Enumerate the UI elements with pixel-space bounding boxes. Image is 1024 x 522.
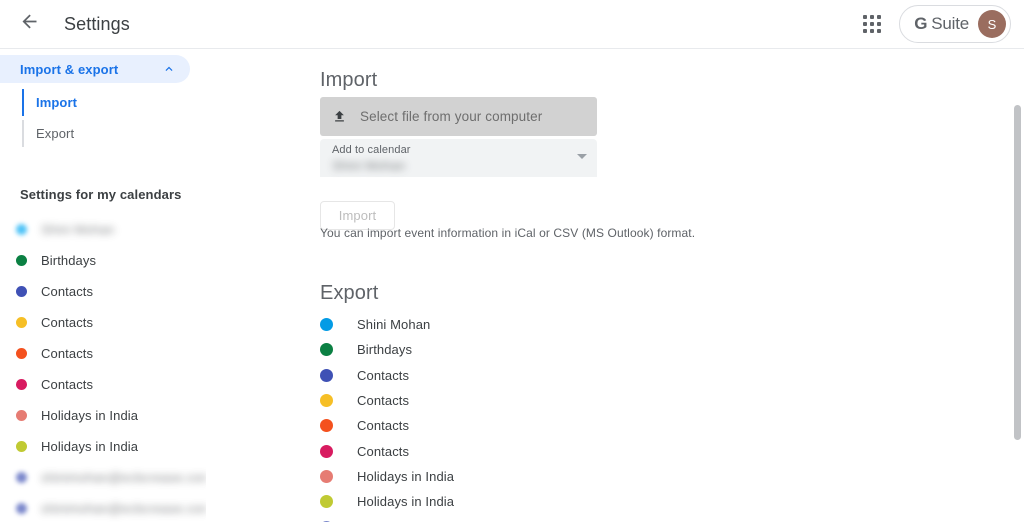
calendar-color-dot bbox=[16, 379, 27, 390]
sidebar-item-export[interactable]: Export bbox=[0, 118, 206, 149]
app-header: Settings G Suite S bbox=[0, 0, 1024, 49]
add-to-calendar-value: Shini Mohan bbox=[332, 158, 405, 173]
gsuite-label: Suite bbox=[931, 14, 969, 34]
header-actions: G Suite S bbox=[857, 5, 1024, 43]
calendar-color-dot bbox=[16, 441, 27, 452]
sidebar-section-import-export[interactable]: Import & export bbox=[0, 55, 190, 83]
sidebar-item-indicator bbox=[22, 120, 24, 147]
calendar-name: shinimohan@ecbcrease.com bbox=[41, 470, 206, 485]
vertical-scrollbar-track[interactable] bbox=[1011, 49, 1024, 522]
export-calendar-item[interactable]: Contacts bbox=[320, 388, 720, 413]
calendar-name: Shini Mohan bbox=[41, 222, 114, 237]
sidebar-calendar-item[interactable]: Shini Mohan bbox=[0, 214, 206, 245]
calendar-name: Holidays in India bbox=[357, 469, 454, 484]
sidebar-section-label: Import & export bbox=[20, 62, 118, 77]
export-calendar-item[interactable]: Shini Mohan bbox=[320, 312, 720, 337]
sidebar-calendar-item[interactable]: Holidays in India bbox=[0, 431, 206, 462]
calendar-name: Contacts bbox=[357, 418, 409, 433]
export-calendar-list: Shini Mohan Birthdays Contacts Contacts Cont… bbox=[320, 312, 720, 522]
sidebar-calendar-item[interactable]: Holidays in India bbox=[0, 400, 206, 431]
back-button[interactable] bbox=[9, 4, 49, 44]
upload-icon bbox=[332, 109, 347, 124]
calendar-color-dot bbox=[320, 318, 333, 331]
sidebar-calendar-item[interactable]: shinimohan@ecbcrease.com bbox=[0, 493, 206, 522]
select-file-button[interactable]: Select file from your computer bbox=[320, 97, 597, 136]
sidebar-item-label: Import bbox=[36, 95, 77, 110]
export-section-title: Export bbox=[320, 282, 378, 305]
calendar-color-dot bbox=[16, 286, 27, 297]
calendar-color-dot bbox=[16, 410, 27, 421]
calendar-name: Contacts bbox=[41, 284, 93, 299]
calendar-name: Contacts bbox=[357, 393, 409, 408]
calendar-color-dot bbox=[320, 343, 333, 356]
sidebar-item-label: Export bbox=[36, 126, 74, 141]
calendar-name: Contacts bbox=[357, 444, 409, 459]
sidebar: Import & export Import Export Settings fo… bbox=[0, 49, 206, 522]
select-file-label: Select file from your computer bbox=[360, 109, 542, 124]
calendar-color-dot bbox=[16, 348, 27, 359]
calendar-color-dot bbox=[320, 394, 333, 407]
chevron-up-icon[interactable] bbox=[162, 62, 176, 76]
calendar-name: shinimohan@ecbcrease.com bbox=[41, 501, 206, 516]
sidebar-calendar-item[interactable]: Contacts bbox=[0, 369, 206, 400]
sidebar-calendar-item[interactable]: Contacts bbox=[0, 338, 206, 369]
sidebar-calendar-item[interactable]: Contacts bbox=[0, 276, 206, 307]
export-calendar-item[interactable]: Holidays in India bbox=[320, 489, 720, 514]
main-content: Import Select file from your computer Ad… bbox=[206, 49, 1024, 522]
calendar-name: Contacts bbox=[41, 346, 93, 361]
calendar-name: Contacts bbox=[357, 368, 409, 383]
calendar-color-dot bbox=[320, 495, 333, 508]
sidebar-sub-items: Import Export bbox=[0, 87, 206, 149]
calendar-name: Holidays in India bbox=[357, 494, 454, 509]
sidebar-calendar-item[interactable]: shinimohan@ecbcrease.com bbox=[0, 462, 206, 493]
sidebar-calendar-list: Shini Mohan Birthdays Contacts Contacts Cont… bbox=[0, 214, 206, 522]
calendar-color-dot bbox=[320, 369, 333, 382]
calendar-color-dot bbox=[320, 445, 333, 458]
export-calendar-item[interactable]: Holidays in India bbox=[320, 464, 720, 489]
import-format-hint: You can import event information in iCal… bbox=[320, 226, 695, 240]
calendar-color-dot bbox=[16, 503, 27, 514]
calendar-name: Contacts bbox=[41, 377, 93, 392]
export-calendar-item[interactable]: Contacts bbox=[320, 413, 720, 438]
calendar-name: Birthdays bbox=[41, 253, 96, 268]
export-calendar-item[interactable]: Birthdays bbox=[320, 337, 720, 362]
vertical-scrollbar-thumb[interactable] bbox=[1014, 105, 1021, 440]
calendar-name: Holidays in India bbox=[41, 439, 138, 454]
add-to-calendar-label: Add to calendar bbox=[332, 144, 411, 156]
sidebar-item-indicator bbox=[22, 89, 24, 116]
calendar-color-dot bbox=[16, 317, 27, 328]
arrow-left-icon bbox=[19, 11, 40, 37]
sidebar-item-import[interactable]: Import bbox=[0, 87, 206, 118]
add-to-calendar-select[interactable]: Add to calendar Shini Mohan bbox=[320, 139, 597, 177]
chevron-down-icon[interactable] bbox=[577, 154, 587, 159]
apps-grid-icon[interactable] bbox=[857, 9, 887, 39]
calendar-name: Birthdays bbox=[357, 342, 412, 357]
gsuite-g-letter: G bbox=[914, 14, 927, 34]
import-section-title: Import bbox=[320, 69, 377, 92]
calendar-name: Shini Mohan bbox=[357, 317, 430, 332]
calendar-color-dot bbox=[16, 472, 27, 483]
sidebar-calendars-title: Settings for my calendars bbox=[0, 187, 206, 202]
export-calendar-item[interactable]: shinimohan@ecbcrease.com bbox=[320, 514, 720, 522]
calendar-color-dot bbox=[320, 419, 333, 432]
calendar-color-dot bbox=[16, 255, 27, 266]
gsuite-account-badge[interactable]: G Suite S bbox=[899, 5, 1011, 43]
export-calendar-item[interactable]: Contacts bbox=[320, 363, 720, 388]
calendar-name: Contacts bbox=[41, 315, 93, 330]
sidebar-calendar-item[interactable]: Birthdays bbox=[0, 245, 206, 276]
avatar[interactable]: S bbox=[978, 10, 1006, 38]
calendar-color-dot bbox=[16, 224, 27, 235]
calendar-name: Holidays in India bbox=[41, 408, 138, 423]
export-calendar-item[interactable]: Contacts bbox=[320, 438, 720, 463]
page-title: Settings bbox=[64, 14, 130, 35]
sidebar-calendar-item[interactable]: Contacts bbox=[0, 307, 206, 338]
settings-page: Settings G Suite S Import & export Impor… bbox=[0, 0, 1024, 522]
calendar-color-dot bbox=[320, 470, 333, 483]
